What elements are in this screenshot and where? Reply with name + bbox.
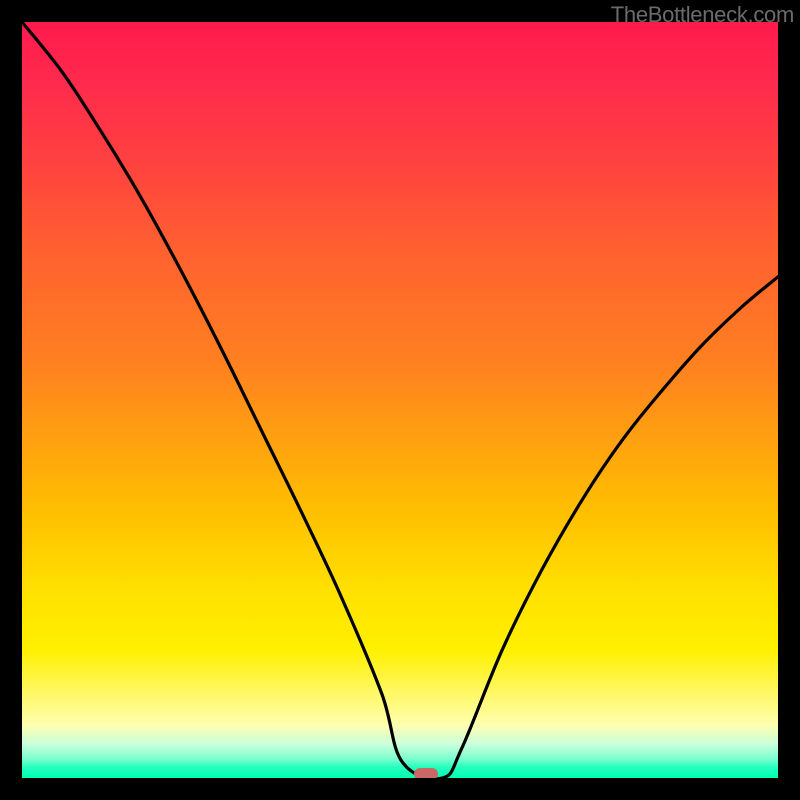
curve-path (22, 22, 778, 778)
optimum-marker (414, 768, 438, 778)
chart-frame: TheBottleneck.com (0, 0, 800, 800)
plot-area (22, 22, 778, 778)
watermark-text: TheBottleneck.com (611, 2, 794, 28)
bottleneck-curve (22, 22, 778, 778)
